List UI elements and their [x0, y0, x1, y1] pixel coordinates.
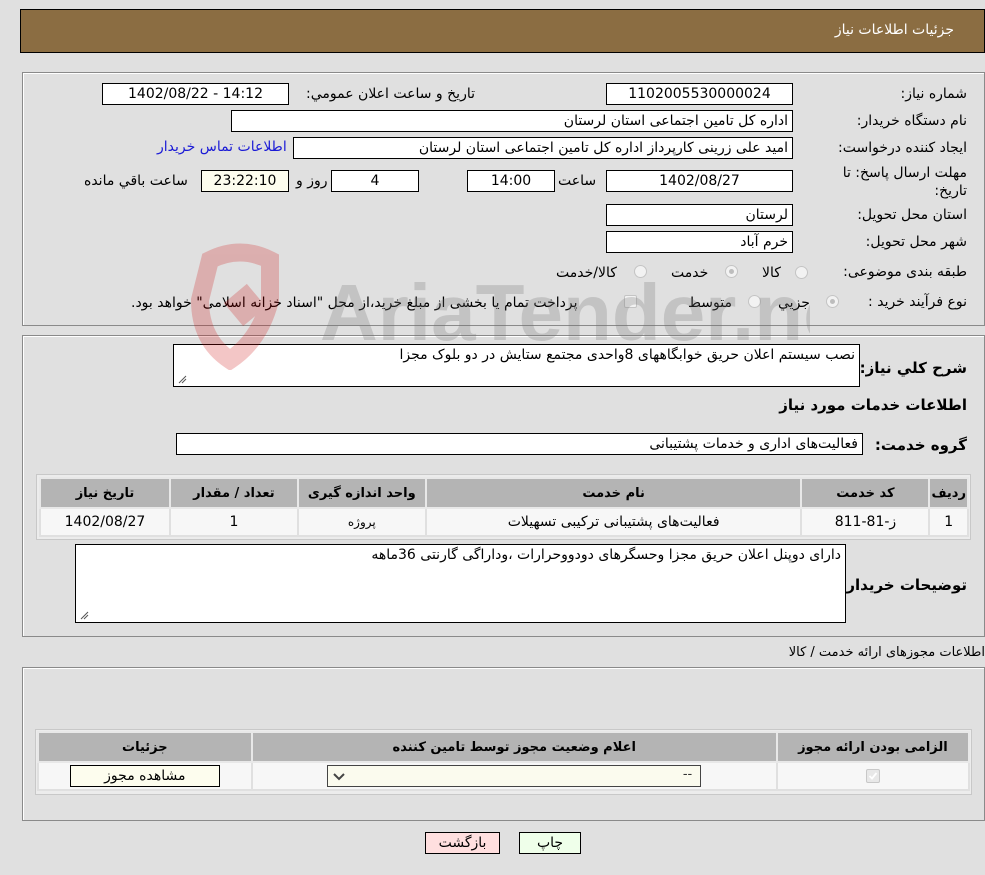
buyer-notes-label: توضيحات خريدار:: [840, 576, 967, 594]
permit-status-select[interactable]: --: [327, 765, 702, 787]
cell-quantity: 1: [168, 507, 299, 537]
table-row: مشاهده مجوز --: [37, 761, 971, 791]
col-unit: واحد اندازه گيری: [296, 477, 427, 509]
permit-required-checkbox[interactable]: [865, 769, 880, 783]
services-table: تاريخ نياز تعداد / مقدار واحد اندازه گير…: [39, 477, 969, 537]
permits-table-header: جزئيات اعلام وضعیت مجوز توسط تامين کننده…: [37, 731, 971, 763]
chevron-down-icon: [333, 773, 345, 781]
col-service-name: نام خدمت: [424, 477, 803, 509]
category-goods-label: کالا: [762, 265, 781, 281]
page-title: جزئیات اطلاعات نیاز: [834, 22, 954, 38]
col-need-date: تاريخ نياز: [39, 477, 171, 509]
announce-date-label: تاریخ و ساعت اعلان عمومي:: [306, 86, 475, 102]
remaining-time-field: 23:22:10: [201, 170, 289, 192]
summary-label: شرح کلي نياز:: [859, 359, 967, 377]
category-radio-service[interactable]: [725, 265, 738, 278]
permit-status-value: --: [682, 767, 693, 782]
city-label: شهر محل تحويل:: [865, 234, 967, 250]
treasury-checkbox[interactable]: [624, 295, 637, 308]
deadline-time-field: 14:00: [467, 170, 555, 192]
services-heading: اطلاعات خدمات مورد نياز: [779, 396, 967, 414]
cell-unit: پروژه: [296, 507, 427, 537]
buyer-org-label: نام دستگاه خريدار:: [856, 113, 967, 129]
permits-heading: اطلاعات مجوزهای ارائه خدمت / کالا: [788, 645, 985, 660]
purchase-medium-label: متوسط: [688, 295, 732, 311]
cell-permit-status: --: [250, 761, 778, 791]
category-radio-goods[interactable]: [795, 266, 808, 279]
buyer-notes-text: دارای دوپنل اعلان حریق مجزا وحسگرهای دود…: [371, 547, 841, 563]
col-permit-required: الزامی بودن ارائه مجوز: [775, 731, 971, 763]
announce-date-field: 1402/08/22 - 14:12: [102, 83, 289, 105]
resize-grip-icon[interactable]: [79, 610, 89, 620]
city-field: خرم آباد: [606, 231, 793, 253]
requester-label: ايجاد کننده درخواست:: [838, 140, 967, 156]
remaining-time-label: ساعت باقي مانده: [84, 173, 188, 189]
view-permit-button[interactable]: مشاهده مجوز: [69, 765, 220, 787]
service-group-label: گروه خدمت:: [874, 436, 967, 454]
need-number-field: 1102005530000024: [606, 83, 793, 105]
services-table-header: تاريخ نياز تعداد / مقدار واحد اندازه گير…: [39, 477, 969, 509]
cell-need-date: 1402/08/27: [39, 507, 171, 537]
purchase-minor-label: جزيي: [778, 295, 810, 311]
province-label: استان محل تحويل:: [857, 207, 967, 223]
days-label: روز و: [296, 173, 328, 189]
page-header: جزئیات اطلاعات نیاز: [20, 9, 985, 53]
service-group-field: فعالیت‌های اداری و خدمات پشتیبانی: [176, 433, 863, 455]
buyer-org-field: اداره کل تامین اجتماعی استان لرستان: [231, 110, 793, 132]
buyer-contact-link[interactable]: اطلاعات تماس خريدار: [157, 139, 287, 155]
col-row-number: رديف: [928, 477, 969, 509]
table-row: 1402/08/27 1 پروژه فعالیت‌های پشتیبانی ت…: [39, 507, 969, 537]
category-radio-goods-service[interactable]: [634, 265, 647, 278]
need-number-label: شماره نیاز:: [900, 86, 968, 102]
col-service-code: کد خدمت: [800, 477, 931, 509]
days-remaining-field: 4: [331, 170, 419, 192]
treasury-note: پرداخت تمام یا بخشی از مبلغ خرید،از محل …: [131, 295, 578, 311]
requester-field: امید علی زرینی کارپرداز اداره کل تامین ا…: [293, 137, 793, 159]
resize-grip-icon[interactable]: [177, 374, 187, 384]
category-service-label: خدمت: [671, 265, 709, 281]
cell-service-name: فعالیت‌های پشتیبانی ترکیبی تسهیلات: [424, 507, 803, 537]
col-permit-status: اعلام وضعیت مجوز توسط تامين کننده: [250, 731, 778, 763]
summary-text: نصب سیستم اعلان حریق خوابگاههای 8واحدی م…: [399, 347, 855, 363]
deadline-label: مهلت ارسال پاسخ: تا تاریخ:: [842, 165, 967, 199]
purchase-radio-minor[interactable]: [826, 295, 839, 308]
purchase-radio-medium[interactable]: [748, 295, 761, 308]
cell-view-permit: مشاهده مجوز: [37, 761, 253, 791]
col-quantity: تعداد / مقدار: [168, 477, 299, 509]
province-field: لرستان: [606, 204, 793, 226]
purchase-type-label: نوع فرآيند خريد :: [868, 294, 967, 310]
cell-row-number: 1: [928, 507, 969, 537]
deadline-date-field: 1402/08/27: [606, 170, 793, 192]
category-goods-service-label: کالا/خدمت: [556, 265, 617, 281]
permits-table: جزئيات اعلام وضعیت مجوز توسط تامين کننده…: [37, 731, 971, 791]
cell-permit-required: [775, 761, 971, 791]
summary-textarea[interactable]: نصب سیستم اعلان حریق خوابگاههای 8واحدی م…: [173, 344, 860, 387]
deadline-time-label: ساعت: [558, 173, 597, 189]
buyer-notes-textarea[interactable]: دارای دوپنل اعلان حریق مجزا وحسگرهای دود…: [75, 544, 846, 623]
category-label: طبقه بندی موضوعی:: [843, 264, 967, 280]
cell-service-code: ز-81-811: [800, 507, 931, 537]
print-button[interactable]: چاپ: [519, 832, 581, 854]
check-icon: [868, 772, 878, 780]
col-details: جزئيات: [37, 731, 253, 763]
back-button[interactable]: بازگشت: [425, 832, 500, 854]
